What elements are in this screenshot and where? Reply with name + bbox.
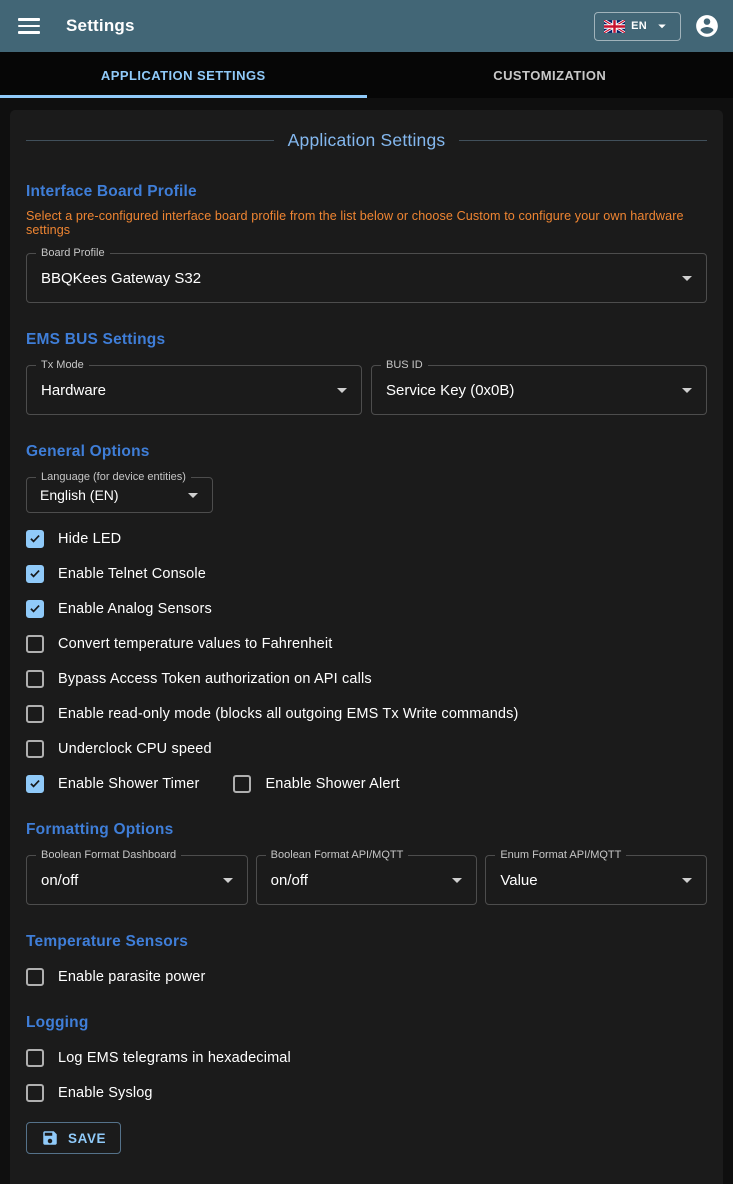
account-circle-icon [694, 13, 720, 39]
checkmark-icon [28, 531, 42, 546]
section-heading-general: General Options [26, 443, 707, 461]
checkbox-box[interactable] [26, 530, 44, 548]
save-icon [41, 1129, 59, 1147]
select-label: Enum Format API/MQTT [495, 849, 626, 861]
select-label: Board Profile [36, 247, 110, 259]
boolean-format-api-mqtt-select[interactable]: Boolean Format API/MQTT on/off [256, 855, 478, 905]
menu-button[interactable] [16, 13, 42, 39]
checkbox-box[interactable] [26, 1049, 44, 1067]
checkbox-box[interactable] [26, 740, 44, 758]
settings-panel: Application Settings Interface Board Pro… [10, 110, 723, 1184]
uk-flag-icon [604, 20, 625, 33]
checkbox-enable-telnet-console[interactable]: Enable Telnet Console [26, 564, 707, 583]
enum-format-api-mqtt-select[interactable]: Enum Format API/MQTT Value [485, 855, 707, 905]
dropdown-arrow-icon [675, 378, 699, 402]
checkbox-enable-shower-alert[interactable]: Enable Shower Alert [233, 775, 399, 793]
dropdown-arrow-icon [675, 868, 699, 892]
checkbox-box[interactable] [26, 600, 44, 618]
select-value: Value [500, 872, 537, 889]
shower-options-row: Enable Shower Timer Enable Shower Alert [26, 774, 707, 793]
section-heading-ems-bus: EMS BUS Settings [26, 331, 707, 349]
app-bar: Settings EN [0, 0, 733, 52]
select-label: BUS ID [381, 359, 428, 371]
board-profile-description: Select a pre-configured interface board … [26, 209, 707, 237]
checkbox-box[interactable] [26, 705, 44, 723]
checkbox-enable-analog-sensors[interactable]: Enable Analog Sensors [26, 599, 707, 618]
select-value: Service Key (0x0B) [386, 382, 514, 399]
section-heading-temperature-sensors: Temperature Sensors [26, 933, 707, 951]
section-heading-logging: Logging [26, 1014, 707, 1032]
language-selector-button[interactable]: EN [594, 12, 681, 41]
select-value: on/off [41, 872, 78, 889]
select-label: Boolean Format Dashboard [36, 849, 181, 861]
checkbox-bypass-access-token[interactable]: Bypass Access Token authorization on API… [26, 669, 707, 688]
checkmark-icon [28, 601, 42, 616]
dropdown-arrow-icon [330, 378, 354, 402]
dropdown-arrow-icon [675, 266, 699, 290]
bus-id-select[interactable]: BUS ID Service Key (0x0B) [371, 365, 707, 415]
divider-line [26, 140, 274, 141]
save-button-label: SAVE [68, 1131, 106, 1146]
checkmark-icon [28, 776, 42, 791]
language-entities-select[interactable]: Language (for device entities) English (… [26, 477, 213, 513]
checkbox-read-only-mode[interactable]: Enable read-only mode (blocks all outgoi… [26, 704, 707, 723]
tab-bar: APPLICATION SETTINGS CUSTOMIZATION [0, 52, 733, 98]
checkbox-enable-parasite-power[interactable]: Enable parasite power [26, 967, 707, 986]
select-label: Tx Mode [36, 359, 89, 371]
select-label: Language (for device entities) [36, 471, 191, 483]
checkbox-box[interactable] [26, 565, 44, 583]
hamburger-icon [18, 18, 40, 21]
tab-application-settings[interactable]: APPLICATION SETTINGS [0, 52, 367, 98]
checkbox-hide-led[interactable]: Hide LED [26, 529, 707, 548]
checkbox-box[interactable] [26, 775, 44, 793]
checkbox-box[interactable] [26, 635, 44, 653]
content-title-row: Application Settings [26, 130, 707, 151]
dropdown-arrow-icon [216, 868, 240, 892]
select-value: English (EN) [40, 487, 119, 503]
dropdown-arrow-icon [181, 483, 205, 507]
checkbox-underclock-cpu[interactable]: Underclock CPU speed [26, 739, 707, 758]
tab-label: APPLICATION SETTINGS [101, 68, 266, 83]
checkbox-box[interactable] [233, 775, 251, 793]
checkmark-icon [28, 566, 42, 581]
select-value: Hardware [41, 382, 106, 399]
section-heading-formatting: Formatting Options [26, 821, 707, 839]
app-bar-actions: EN [594, 12, 721, 41]
caret-down-icon [653, 17, 671, 35]
tx-mode-select[interactable]: Tx Mode Hardware [26, 365, 362, 415]
divider-line [459, 140, 707, 141]
language-code: EN [631, 20, 647, 32]
tab-label: CUSTOMIZATION [493, 68, 606, 83]
select-value: BBQKees Gateway S32 [41, 270, 201, 287]
select-value: on/off [271, 872, 308, 889]
account-button[interactable] [693, 12, 721, 40]
board-profile-select[interactable]: Board Profile BBQKees Gateway S32 [26, 253, 707, 303]
checkbox-box[interactable] [26, 670, 44, 688]
checkbox-log-ems-hexadecimal[interactable]: Log EMS telegrams in hexadecimal [26, 1048, 707, 1067]
tab-customization[interactable]: CUSTOMIZATION [367, 52, 733, 98]
checkbox-enable-syslog[interactable]: Enable Syslog [26, 1083, 707, 1102]
section-heading-interface-board: Interface Board Profile [26, 183, 707, 201]
app-title: Settings [66, 16, 135, 36]
checkbox-box[interactable] [26, 1084, 44, 1102]
boolean-format-dashboard-select[interactable]: Boolean Format Dashboard on/off [26, 855, 248, 905]
dropdown-arrow-icon [445, 868, 469, 892]
checkbox-enable-shower-timer[interactable]: Enable Shower Timer [26, 775, 199, 793]
checkbox-box[interactable] [26, 968, 44, 986]
select-label: Boolean Format API/MQTT [266, 849, 409, 861]
checkbox-convert-fahrenheit[interactable]: Convert temperature values to Fahrenheit [26, 634, 707, 653]
save-button[interactable]: SAVE [26, 1122, 121, 1154]
content-title: Application Settings [288, 130, 446, 151]
